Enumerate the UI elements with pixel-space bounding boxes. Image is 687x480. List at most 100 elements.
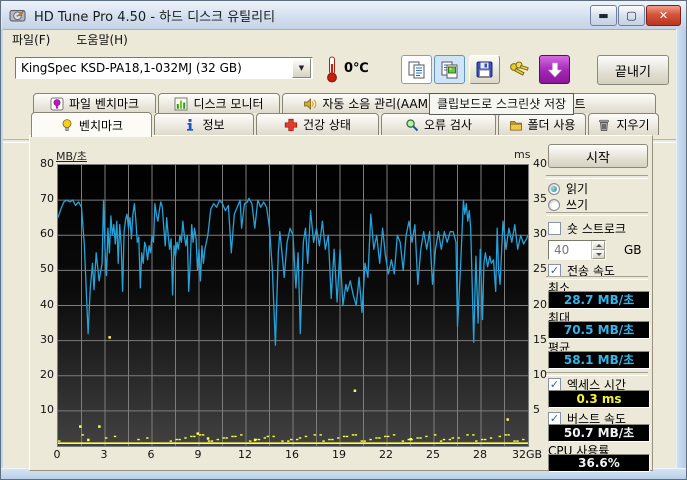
tab-label: 지우기 (616, 118, 650, 132)
separator (546, 212, 648, 216)
axis-tick: 12 (238, 448, 252, 461)
speaker-icon (304, 97, 317, 110)
exit-button[interactable]: 끝내기 (597, 55, 669, 85)
tab-label: 디스크 모니터 (193, 97, 264, 111)
disk-monitor-icon (174, 97, 188, 110)
exit-button-label: 끝내기 (615, 64, 651, 80)
tab-label: 건강 상태 (303, 118, 351, 132)
trash-icon (599, 119, 610, 131)
read-radio-row[interactable]: 읽기 (548, 180, 588, 197)
folder-icon (509, 120, 522, 130)
right-axis-unit: ms (514, 148, 531, 161)
write-radio[interactable] (548, 198, 560, 211)
axis-tick: 40 (40, 297, 54, 311)
short-stroke-label: 숏 스트로크 (567, 222, 627, 236)
spin-down-icon (595, 253, 602, 256)
axis-tick: 20 (40, 367, 54, 381)
avg-value: 58.1 MB/초 (548, 351, 650, 369)
axis-tick: 50 (40, 262, 54, 276)
copy-text-button[interactable] (401, 55, 432, 84)
read-radio[interactable] (548, 182, 560, 195)
tab-label: 파일 벤치마크 (68, 97, 140, 111)
axis-tick: 25 (426, 448, 440, 461)
thermometer-icon (327, 56, 337, 83)
spin-down-button[interactable] (592, 250, 605, 259)
health-cross-icon (284, 118, 298, 131)
benchmark-plot (57, 164, 529, 447)
write-radio-row[interactable]: 쓰기 (548, 196, 588, 213)
window-border-right[interactable] (676, 29, 686, 479)
short-stroke-checkbox[interactable] (548, 222, 561, 235)
save-button[interactable] (469, 55, 500, 84)
axis-tick: 22 (379, 448, 393, 461)
capacity-value: 40 (554, 243, 570, 257)
start-button-label: 시작 (586, 150, 610, 166)
temperature-value: 0℃ (344, 61, 369, 76)
short-stroke-row[interactable]: 숏 스트로크 (548, 220, 626, 237)
toolbar: KingSpec KSD-PA18,1-032MJ (32 GB) ▼ 0℃ 끝… (3, 49, 677, 143)
capacity-spinner[interactable]: 40 (548, 240, 606, 260)
options-keys-icon (509, 61, 529, 76)
axis-tick: 16 (285, 448, 299, 461)
minimize-button[interactable]: ▬ (590, 5, 617, 26)
benchmark-plot-canvas (58, 165, 528, 446)
benchmark-page: MB/초 ms 80 70 60 50 40 30 20 10 40 35 30 25 20 15 10 5… (29, 135, 653, 472)
app-icon (9, 9, 26, 21)
axis-tick: 6 (147, 448, 155, 461)
tab-file-benchmark[interactable]: 파일 벤치마크 (33, 93, 156, 113)
axis-tick: 9 (194, 448, 202, 461)
menu-file[interactable]: 파일(F) (12, 31, 50, 48)
tab-folder-usage[interactable]: 폴더 사용 (498, 113, 586, 135)
update-button[interactable] (539, 55, 570, 84)
spin-up-icon (595, 244, 602, 247)
left-axis-unit: MB/초 (56, 150, 87, 163)
read-radio-label: 읽기 (566, 182, 589, 196)
title-bar[interactable]: HD Tune Pro 4.50 - 하드 디스크 유틸리티 ▬ ▢ ✕ (2, 1, 686, 30)
hd-tune-window: HD Tune Pro 4.50 - 하드 디스크 유틸리티 ▬ ▢ ✕ 파일(… (0, 0, 687, 480)
tab-label: 자동 소음 관리(AAM) (322, 97, 433, 111)
maximize-button[interactable]: ▢ (618, 5, 645, 26)
screenshot-tooltip: 클립보드로 스크린샷 저장 (429, 93, 575, 115)
minimize-icon: ▬ (598, 9, 609, 22)
tab-label: 벤치마크 (78, 118, 124, 133)
close-button[interactable]: ✕ (646, 5, 681, 26)
axis-tick: 3 (100, 448, 108, 461)
axis-tick: 80 (40, 157, 54, 170)
start-button[interactable]: 시작 (548, 144, 648, 168)
download-arrow-icon (547, 62, 562, 77)
tab-label: 폴더 사용 (527, 118, 576, 132)
cpu-usage-value: 36.6% (548, 454, 650, 472)
options-button[interactable] (502, 55, 533, 84)
min-value: 28.7 MB/초 (548, 291, 650, 309)
window-border-left (1, 29, 3, 479)
axis-tick: 0 (53, 448, 61, 461)
magnifier-icon (406, 118, 419, 131)
tab-error-scan[interactable]: 오류 검사 (381, 113, 496, 135)
drive-select[interactable]: KingSpec KSD-PA18,1-032MJ (32 GB) ▼ (15, 57, 313, 79)
access-time-value: 0.3 ms (548, 390, 650, 408)
axis-tick: 60 (40, 227, 54, 241)
axis-tick: 30 (40, 332, 54, 346)
tab-disk-monitor[interactable]: 디스크 모니터 (158, 93, 280, 113)
chevron-down-icon[interactable]: ▼ (292, 58, 311, 78)
axis-tick: 19 (332, 448, 346, 461)
burst-rate-value: 50.7 MB/초 (548, 424, 650, 442)
max-value: 70.5 MB/초 (548, 321, 650, 339)
tab-benchmark[interactable]: 벤치마크 (31, 112, 152, 137)
axis-tick: 10 (40, 402, 54, 416)
menu-help[interactable]: 도움말(H) (76, 31, 128, 48)
write-radio-label: 쓰기 (566, 198, 589, 212)
capacity-unit: GB (624, 243, 642, 257)
benchmark-bulb-icon (62, 119, 72, 131)
file-benchmark-icon (50, 97, 64, 110)
menu-bar: 파일(F) 도움말(H) (3, 29, 677, 49)
axis-tick: 28 (473, 448, 487, 461)
copy-text-icon (408, 61, 424, 78)
save-icon (476, 61, 493, 78)
tab-erase[interactable]: 지우기 (588, 113, 659, 135)
spin-up-button[interactable] (592, 241, 605, 250)
copy-screenshot-icon (441, 61, 457, 78)
tab-info[interactable]: 정보 (154, 113, 254, 135)
copy-screenshot-button[interactable] (434, 55, 465, 84)
tab-health[interactable]: 건강 상태 (256, 113, 379, 135)
